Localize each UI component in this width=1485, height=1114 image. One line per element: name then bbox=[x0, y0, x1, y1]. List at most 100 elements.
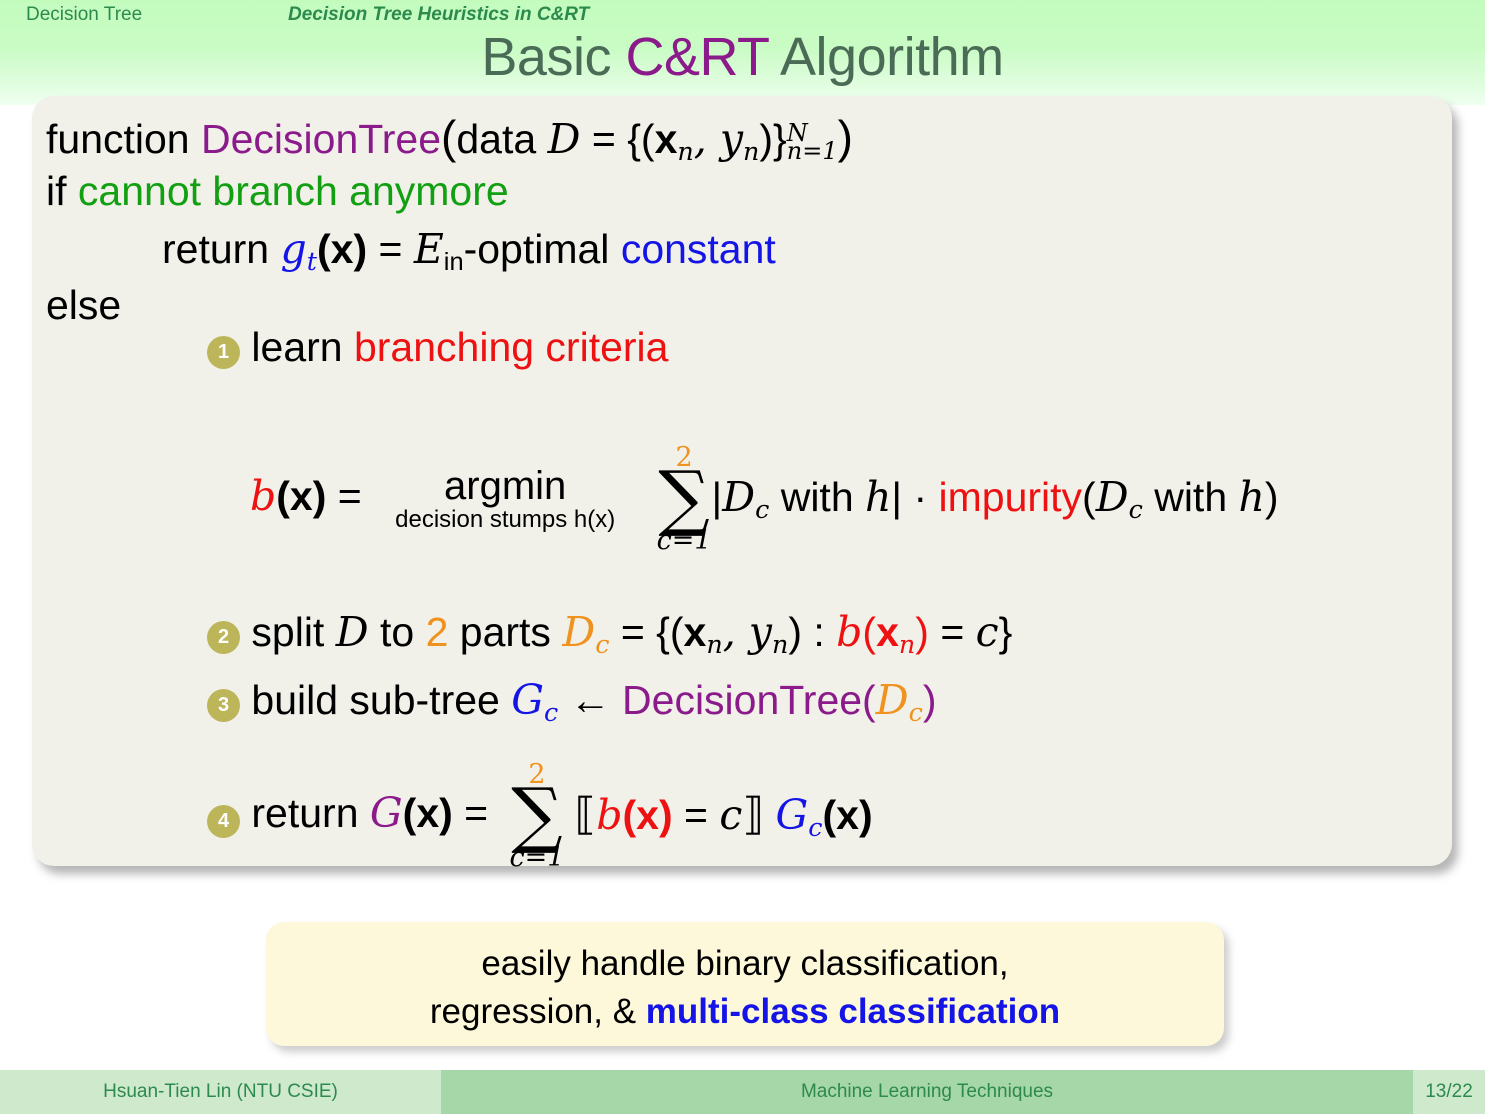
summary-callout: easily handle binary classification, reg… bbox=[266, 922, 1224, 1046]
sum-lower-limit: c=1 bbox=[656, 524, 712, 556]
Dc-subscript: c bbox=[595, 629, 610, 660]
y-value: y bbox=[719, 115, 744, 163]
b-x-subscript: n bbox=[898, 629, 916, 660]
footer-page-segment: 13/22 bbox=[1413, 1070, 1485, 1114]
function-name: DecisionTree bbox=[201, 116, 442, 162]
algorithm-line-if: if cannot branch anymore bbox=[46, 168, 509, 215]
footer-page-number: 13/22 bbox=[1425, 1081, 1473, 1102]
abs-close: | bbox=[891, 474, 903, 521]
set-close-2: } bbox=[998, 609, 1013, 655]
sigma-icon: ∑ bbox=[511, 772, 563, 856]
b-argument: (x) bbox=[276, 472, 327, 519]
impurity-paren-open: ( bbox=[1082, 474, 1096, 521]
indicator-term: ⟦b(x) = c⟧ Gc(x) bbox=[574, 790, 873, 842]
index-range: Nn=1 bbox=[787, 121, 838, 163]
Dc-argument-subscript: c bbox=[908, 697, 923, 728]
step2-to-label: to bbox=[368, 609, 426, 655]
if-condition: cannot branch anymore bbox=[77, 168, 509, 214]
Dc-symbol-1: D bbox=[722, 473, 756, 522]
colon-sep: ) : bbox=[788, 609, 837, 655]
x-subscript-2: n bbox=[706, 629, 723, 660]
step1-text: learn bbox=[251, 324, 354, 370]
equals-sign-7: = bbox=[672, 792, 720, 839]
g-argument: (x) bbox=[316, 226, 368, 272]
Gc-argument: (x) bbox=[822, 792, 873, 839]
constant-label: constant bbox=[620, 226, 776, 272]
title-part-2: Algorithm bbox=[768, 27, 1004, 87]
summation-operator-2: 2 ∑ c=1 bbox=[510, 761, 565, 871]
G-subscript: c bbox=[544, 697, 559, 728]
callout-line-2-plain: regression, & bbox=[429, 991, 646, 1031]
Dc-subscript-1: c bbox=[755, 494, 770, 525]
y-subscript-2: n bbox=[771, 629, 789, 660]
ein-subscript: in bbox=[443, 248, 464, 277]
set-open: {( bbox=[627, 116, 655, 162]
equals-sign: = bbox=[591, 116, 616, 162]
impurity-label: impurity bbox=[938, 474, 1083, 521]
iverson-bracket-close: ⟧ bbox=[742, 790, 765, 840]
footer-author-segment: Hsuan-Tien Lin (NTU CSIE) bbox=[0, 1070, 441, 1114]
h-symbol-2: h bbox=[1238, 473, 1265, 522]
dataset-symbol: D bbox=[547, 115, 581, 163]
footer-course: Machine Learning Techniques bbox=[800, 1081, 1054, 1102]
step2-parts-label: parts bbox=[448, 609, 563, 655]
equals-sign-3: = bbox=[337, 472, 362, 519]
index-lower: n=1 bbox=[786, 137, 838, 166]
keyword-function: function bbox=[46, 116, 190, 162]
b-function: b bbox=[250, 471, 277, 520]
page-title: Basic C&RT Algorithm bbox=[0, 26, 1485, 88]
comma-sep: , bbox=[693, 115, 720, 163]
summation-operator: 2 ∑ c=1 bbox=[657, 444, 712, 554]
h-symbol-1: h bbox=[865, 473, 892, 522]
argmin-operator: argmin decision stumps h(x) bbox=[395, 465, 615, 532]
slide-header: Decision Tree Decision Tree Heuristics i… bbox=[0, 0, 1485, 105]
comma-sep-2: , bbox=[722, 608, 749, 656]
optimal-label: -optimal bbox=[463, 226, 610, 272]
paren-open: ( bbox=[441, 111, 457, 163]
x-vector-2: x bbox=[683, 609, 707, 655]
equals-sign-2: = bbox=[378, 226, 403, 272]
keyword-return: return bbox=[162, 226, 270, 272]
step1-highlight: branching criteria bbox=[353, 324, 669, 370]
footer-author: Hsuan-Tien Lin (NTU CSIE) bbox=[103, 1081, 338, 1102]
breadcrumb-section: Decision Tree bbox=[26, 4, 143, 25]
assign-arrow-icon: ← bbox=[558, 677, 623, 723]
Gc-symbol: G bbox=[775, 791, 809, 840]
equals-sign-4: = bbox=[609, 609, 657, 655]
equals-sign-6: = bbox=[452, 789, 500, 836]
Dc-symbol: D bbox=[562, 608, 596, 656]
keyword-if: if bbox=[46, 168, 67, 214]
callout-line-1: easily handle binary classification, bbox=[481, 944, 1009, 983]
with-label-1: with bbox=[769, 474, 866, 521]
algorithm-step-4: 4 return G(x) = 2 ∑ c=1 ⟦b(x) = c⟧ Gc(x) bbox=[207, 761, 873, 871]
Dc-argument: D bbox=[875, 676, 909, 724]
title-part-1: Basic bbox=[481, 27, 626, 87]
dataset-D: D bbox=[335, 608, 369, 656]
title-accent: C&RT bbox=[625, 27, 769, 87]
algorithm-line-function: function DecisionTree(data D = {(xn, yn)… bbox=[46, 110, 853, 166]
c-symbol: c bbox=[975, 608, 999, 656]
y-subscript: n bbox=[743, 136, 760, 167]
dot-operator: · bbox=[902, 474, 939, 521]
with-label-2: with bbox=[1142, 474, 1239, 521]
set-close: )} bbox=[759, 116, 787, 162]
b-argument-3: (x) bbox=[622, 792, 673, 839]
g-function: g bbox=[280, 225, 307, 273]
abs-open: | bbox=[711, 474, 723, 521]
Gc-subscript: c bbox=[808, 812, 823, 843]
step3-build-label: build sub-tree bbox=[251, 677, 512, 723]
b-function-2: b bbox=[836, 608, 863, 656]
Dc-symbol-2: D bbox=[1095, 473, 1129, 522]
callout-line-2: regression, & multi-class classification bbox=[266, 988, 1224, 1036]
G-argument: (x) bbox=[402, 789, 453, 836]
b-function-3: b bbox=[596, 791, 623, 840]
algorithm-step-2: 2 split D to 2 parts Dc = {(xn, yn) : b(… bbox=[207, 608, 1012, 659]
slide-footer: Hsuan-Tien Lin (NTU CSIE) Machine Learni… bbox=[0, 1070, 1485, 1114]
sum-lower-limit-2: c=1 bbox=[509, 841, 565, 873]
paren-close: ) bbox=[837, 111, 853, 163]
algorithm-step-3: 3 build sub-tree Gc ← DecisionTree(Dc) bbox=[207, 676, 936, 727]
branching-criteria-equation: b(x) = argmin decision stumps h(x) 2 ∑ c… bbox=[250, 444, 1279, 554]
step-number-badge: 2 bbox=[207, 621, 240, 654]
x-subscript: n bbox=[677, 136, 694, 167]
callout-line-2-strong: multi-class classification bbox=[645, 991, 1061, 1031]
